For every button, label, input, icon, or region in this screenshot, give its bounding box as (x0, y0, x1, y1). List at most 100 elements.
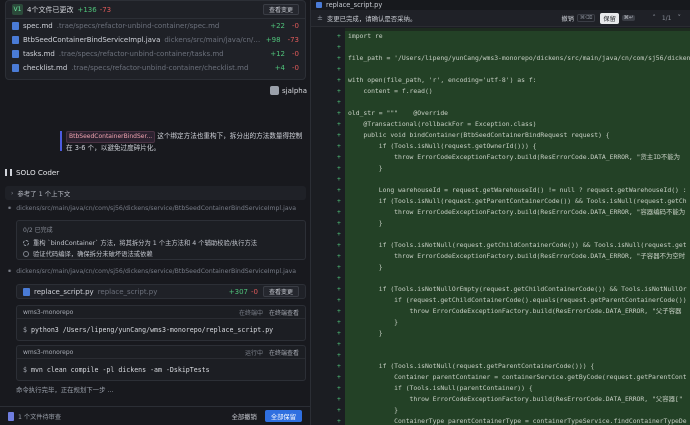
code-text: if (request.getChildContainerCode().equa… (348, 296, 687, 304)
user-message-line2: 在 3-6 个，以避免过度碎片化。 (66, 144, 161, 152)
code-line: + throw ErrorCodeExceptionFactory.build(… (311, 394, 690, 405)
user-message-text: BtbSeedContainerBindSer... 这个绑定方法也重构下，拆分… (66, 131, 302, 153)
file-row[interactable]: tasks.md .trae/specs/refactor-unbind-con… (6, 47, 305, 61)
added-line-marker: + (337, 131, 341, 139)
file-path: .trae/specs/refactor-unbind-container/sp… (56, 22, 220, 30)
file-icon (23, 287, 30, 296)
code-line: + (311, 273, 690, 284)
pending-review-count[interactable]: 1 个文件待审查 (18, 412, 61, 421)
user-message-line1: 这个绑定方法也重构下，拆分出的方法数量得控制 (157, 132, 303, 140)
review-changes-button[interactable]: 查看变更 (262, 4, 299, 15)
run-status: 命令执行完毕，正在规划下一步 ... (16, 386, 114, 394)
keep-all-button[interactable]: 全部保留 (264, 410, 302, 422)
view-in-terminal-link[interactable]: 在终端查看 (269, 308, 299, 317)
avatar (270, 86, 279, 95)
file-row[interactable]: spec.md .trae/specs/refactor-unbind-cont… (6, 19, 305, 33)
added-line-marker: + (337, 329, 341, 337)
added-line-highlight (345, 163, 690, 174)
code-editor[interactable]: + import re + + file_path = '/Users/lipeng/y… (311, 28, 690, 425)
command-text: python3 /Users/lipeng/yunCang/wms3-monor… (30, 326, 274, 334)
added-line-highlight (345, 64, 690, 75)
chevron-right-icon: › (11, 189, 14, 197)
added-line-marker: + (337, 142, 341, 150)
file-path: .trae/specs/refactor-unbind-container/ta… (58, 50, 224, 58)
view-script-changes-button[interactable]: 查看变更 (262, 286, 299, 297)
chevron-down-icon[interactable]: ˅ (678, 14, 682, 22)
change-page-indicator: 1/1 (661, 14, 672, 22)
changed-files-title: 4个文件已更改 (27, 5, 74, 14)
code-line: + (311, 42, 690, 53)
file-icon (12, 22, 19, 30)
file-deletions: -0 (292, 50, 299, 58)
code-text: throw ErrorCodeExceptionFactory.build(Re… (348, 307, 682, 315)
code-line: + } (311, 405, 690, 416)
added-line-marker: + (337, 362, 341, 370)
added-line-marker: + (337, 384, 341, 392)
file-name: BtbSeedContainerBindServiceImpl.java (23, 36, 161, 44)
prompt-symbol: $ (23, 326, 27, 334)
file-path-text: dickens/src/main/java/cn/com/sj56/dicken… (16, 205, 297, 212)
chevron-up-icon[interactable]: ˄ (652, 14, 656, 22)
added-line-marker: + (337, 351, 341, 359)
undo-button[interactable]: 撤销 (562, 14, 574, 23)
command-card: wms3-monorepo 在终端中 在终端查看 $ python3 /User… (16, 305, 306, 341)
code-text: if (Tools.isNotNull(request.getParentCon… (348, 362, 595, 370)
editor-tab[interactable]: replace_script.py (326, 1, 382, 9)
code-line: + } (311, 163, 690, 174)
references-toggle[interactable]: › 参考了 1 个上下文 (5, 186, 306, 200)
diff-icon: ± (317, 14, 323, 22)
code-line: + throw ErrorCodeExceptionFactory.build(… (311, 306, 690, 317)
command-status: 在终端中 (238, 309, 263, 317)
chat-panel: V1 4个文件已更改 +136 -73 查看变更 spec.md .trae/s… (0, 0, 310, 425)
file-row[interactable]: checklist.md .trae/specs/refactor-unbind… (6, 61, 305, 75)
code-line: + } (311, 218, 690, 229)
code-text: } (348, 164, 383, 172)
added-line-marker: + (337, 263, 341, 271)
command-header: wms3-monorepo 运行中 在终端查看 (17, 346, 305, 359)
code-text: @Transactional(rollbackFor = Exception.c… (348, 120, 537, 128)
user-header: sjalpha (270, 86, 307, 95)
code-line: + file_path = '/Users/lipeng/yunCang/wms3… (311, 53, 690, 64)
added-line-marker: + (337, 186, 341, 194)
code-line: + throw ErrorCodeExceptionFactory.build(… (311, 152, 690, 163)
link-icon: ⚭ (7, 205, 13, 212)
plan-item: 重构 `bindContainer` 方法，将其拆分为 1 个主方法和 4 个辅… (23, 237, 299, 248)
code-text: public void bindContainer(BtbSeedContain… (348, 131, 610, 139)
code-text: Container parentContainer = containerSer… (348, 373, 687, 381)
added-line-highlight (345, 97, 690, 108)
code-text: } (348, 329, 383, 337)
file-icon (12, 50, 19, 58)
plan-card: 0/2 已完成 重构 `bindContainer` 方法，将其拆分为 1 个主… (16, 220, 306, 260)
added-line-highlight (345, 273, 690, 284)
added-line-marker: + (337, 395, 341, 403)
file-row[interactable]: BtbSeedContainerBindServiceImpl.java dic… (6, 33, 305, 47)
revert-all-button[interactable]: 全部撤销 (232, 412, 257, 421)
file-additions: +12 (270, 50, 286, 58)
link-icon: ⚭ (7, 268, 13, 275)
command-card: wms3-monorepo 运行中 在终端查看 $ mvn clean comp… (16, 345, 306, 381)
file-path: dickens/src/main/java/cn/com/sj56/dicken… (164, 36, 262, 44)
file-path-line[interactable]: ⚭ dickens/src/main/java/cn/com/sj56/dick… (7, 205, 296, 212)
keep-button[interactable]: 保留 (600, 12, 619, 24)
file-name: checklist.md (23, 64, 68, 72)
code-text: content = f.read() (348, 87, 433, 95)
file-reference-chip[interactable]: BtbSeedContainerBindSer... (66, 131, 156, 143)
added-line-highlight (345, 339, 690, 350)
code-text: throw ErrorCodeExceptionFactory.build(Re… (348, 252, 686, 260)
code-text: if (Tools.isNotNullOrEmpty(request.getCh… (348, 285, 687, 293)
added-line-marker: + (337, 307, 341, 315)
file-name: spec.md (23, 22, 53, 30)
added-line-marker: + (337, 76, 341, 84)
changed-files-header: V1 4个文件已更改 +136 -73 查看变更 (6, 1, 305, 19)
view-in-terminal-link[interactable]: 在终端查看 (269, 348, 299, 357)
added-line-marker: + (337, 285, 341, 293)
keep-shortcut: ⌘↵ (621, 15, 636, 21)
plan-item-text: 验证代码编译，确保拆分未破坏语法或依赖 (33, 251, 153, 258)
file-path-line[interactable]: ⚭ dickens/src/main/java/cn/com/sj56/dick… (7, 268, 296, 275)
code-line: + (311, 97, 690, 108)
script-filename: replace_script.py (97, 287, 158, 296)
editor-tab-bar: replace_script.py (311, 0, 690, 10)
file-path-text: dickens/src/main/java/cn/com/sj56/dicken… (16, 268, 297, 275)
added-line-marker: + (337, 241, 341, 249)
added-line-highlight (345, 174, 690, 185)
